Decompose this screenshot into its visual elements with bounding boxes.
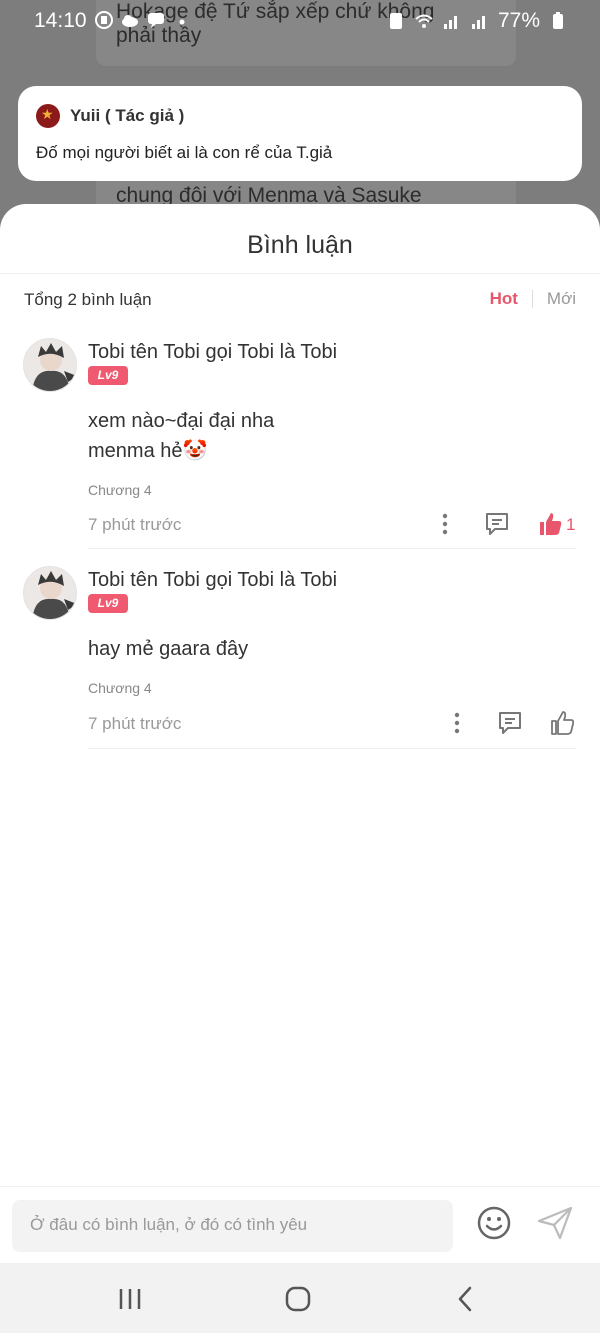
signal-icon <box>443 16 457 29</box>
author-message: Đố mọi người biết ai là con rể của T.giả <box>36 143 333 162</box>
more-vertical-icon[interactable] <box>444 710 470 736</box>
sheet-title: Bình luận <box>247 231 353 259</box>
divider <box>0 273 600 274</box>
navigation-bar <box>0 1263 600 1333</box>
dot-icon <box>179 19 185 25</box>
home-icon[interactable] <box>284 1285 312 1313</box>
sort-hot-tab[interactable]: Hot <box>490 289 518 309</box>
comment-input[interactable]: Ở đâu có bình luận, ở đó có tình yêu <box>12 1200 453 1252</box>
status-time: 14:10 <box>34 9 87 32</box>
comment-divider <box>88 548 576 549</box>
author-avatar <box>36 104 60 128</box>
sort-new-tab[interactable]: Mới <box>547 289 576 309</box>
comment-username[interactable]: Tobi tên Tobi gọi Tobi là Tobi <box>88 569 337 592</box>
comment-time: 7 phút trước <box>88 515 182 534</box>
sort-tabs: Hot Mới <box>490 289 576 309</box>
comment-text-line: menma hẻ🤡 <box>88 440 208 462</box>
cloud-icon <box>122 15 138 27</box>
comment-username[interactable]: Tobi tên Tobi gọi Tobi là Tobi <box>88 341 337 364</box>
recent-apps-icon[interactable] <box>116 1285 144 1313</box>
notification-icons <box>94 10 192 30</box>
comment-text: hay mẻ gaara đây <box>88 634 248 664</box>
avatar-image <box>32 343 76 391</box>
author-name: Yuii ( Tác giả ) <box>70 106 185 125</box>
comment-total: Tổng 2 bình luận <box>24 290 152 309</box>
message-icon <box>148 13 164 28</box>
divider <box>531 290 533 308</box>
level-badge: Lv9 <box>88 594 128 613</box>
app-icon <box>95 11 113 29</box>
comment-input-bar: Ở đâu có bình luận, ở đó có tình yêu <box>0 1186 600 1263</box>
thumbs-up-icon[interactable] <box>537 511 563 537</box>
comment-divider <box>88 748 576 749</box>
comment-item: Tobi tên Tobi gọi Tobi là Tobi Lv9 xem n… <box>0 338 600 550</box>
battery-icon <box>553 12 563 29</box>
battery-percent: 77% <box>497 9 540 32</box>
comment-text-line: xem nào~đại đại nha <box>88 410 275 432</box>
author-note-card[interactable]: Yuii ( Tác giả ) Đố mọi người biết ai là… <box>18 86 582 181</box>
comment-input-placeholder: Ở đâu có bình luận, ở đó có tình yêu <box>30 1215 308 1234</box>
comment-text: xem nào~đại đại nha menma hẻ🤡 <box>88 406 274 466</box>
like-count: 1 <box>566 515 576 534</box>
thumbs-up-icon[interactable] <box>549 710 575 736</box>
more-vertical-icon[interactable] <box>432 511 458 537</box>
emoji-icon[interactable] <box>476 1205 512 1241</box>
comment-text-line: hay mẻ gaara đây <box>88 638 249 660</box>
wifi-icon <box>415 14 433 28</box>
comment-item: Tobi tên Tobi gọi Tobi là Tobi Lv9 hay m… <box>0 566 600 750</box>
level-badge: Lv9 <box>88 366 128 385</box>
status-bar: 14:10 77% <box>0 0 600 44</box>
recycle-icon <box>389 13 402 29</box>
comment-time: 7 phút trước <box>88 714 182 733</box>
avatar[interactable] <box>23 566 77 620</box>
system-indicators: 77% <box>386 9 568 33</box>
comment-chapter[interactable]: Chương 4 <box>88 482 152 498</box>
avatar[interactable] <box>23 338 77 392</box>
avatar-image <box>32 571 76 619</box>
back-icon[interactable] <box>452 1285 480 1313</box>
comments-sheet: Bình luận Tổng 2 bình luận Hot Mới Tobi … <box>0 204 600 1333</box>
reply-icon[interactable] <box>484 511 510 537</box>
reply-icon[interactable] <box>497 710 523 736</box>
send-icon[interactable] <box>536 1205 574 1241</box>
comment-chapter[interactable]: Chương 4 <box>88 680 152 696</box>
signal-icon <box>471 16 485 29</box>
